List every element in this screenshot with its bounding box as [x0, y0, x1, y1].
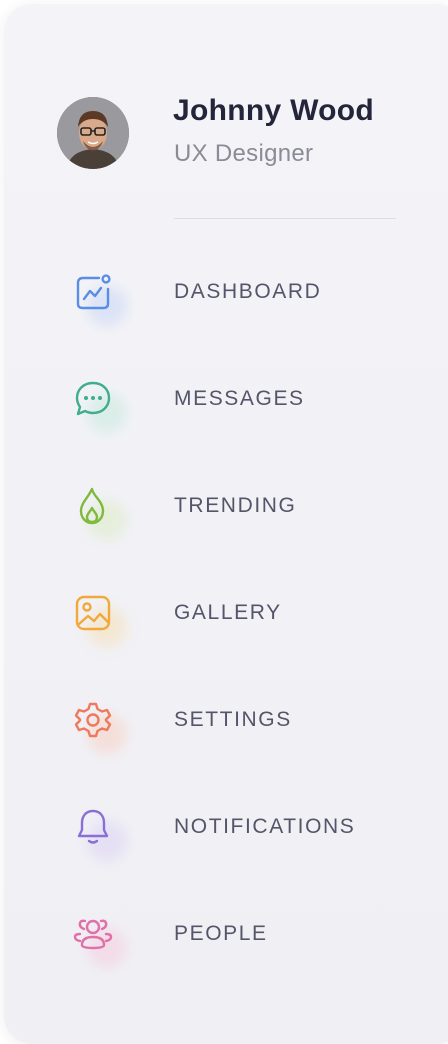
avatar-image [57, 97, 129, 169]
nav-item-notifications[interactable]: NOTIFICATIONS [0, 772, 448, 879]
chat-bubble-icon [73, 379, 127, 433]
nav-item-dashboard[interactable]: DASHBOARD [0, 237, 448, 344]
user-role: UX Designer [174, 140, 314, 167]
nav-label: PEOPLE [174, 922, 268, 945]
nav-label: DASHBOARD [174, 280, 322, 303]
nav-item-trending[interactable]: TRENDING [0, 451, 448, 558]
dashboard-icon [73, 272, 127, 326]
image-icon [73, 593, 127, 647]
nav-label: NOTIFICATIONS [174, 815, 356, 838]
nav-label: TRENDING [174, 494, 297, 517]
user-name: Johnny Wood [173, 94, 375, 127]
user-profile: Johnny Wood UX Designer [0, 0, 448, 230]
nav-item-settings[interactable]: SETTINGS [0, 665, 448, 772]
flame-icon [73, 486, 127, 540]
people-icon [73, 914, 127, 968]
avatar[interactable] [57, 97, 129, 169]
nav-item-gallery[interactable]: GALLERY [0, 558, 448, 665]
divider [174, 218, 396, 219]
nav-label: GALLERY [174, 601, 282, 624]
gear-icon [73, 700, 127, 754]
sidebar-nav: DASHBOARD MESSAGES TRENDING GALLERY SETT… [0, 237, 448, 986]
nav-label: SETTINGS [174, 708, 292, 731]
bell-icon [73, 807, 127, 861]
nav-item-people[interactable]: PEOPLE [0, 879, 448, 986]
nav-item-messages[interactable]: MESSAGES [0, 344, 448, 451]
nav-label: MESSAGES [174, 387, 305, 410]
